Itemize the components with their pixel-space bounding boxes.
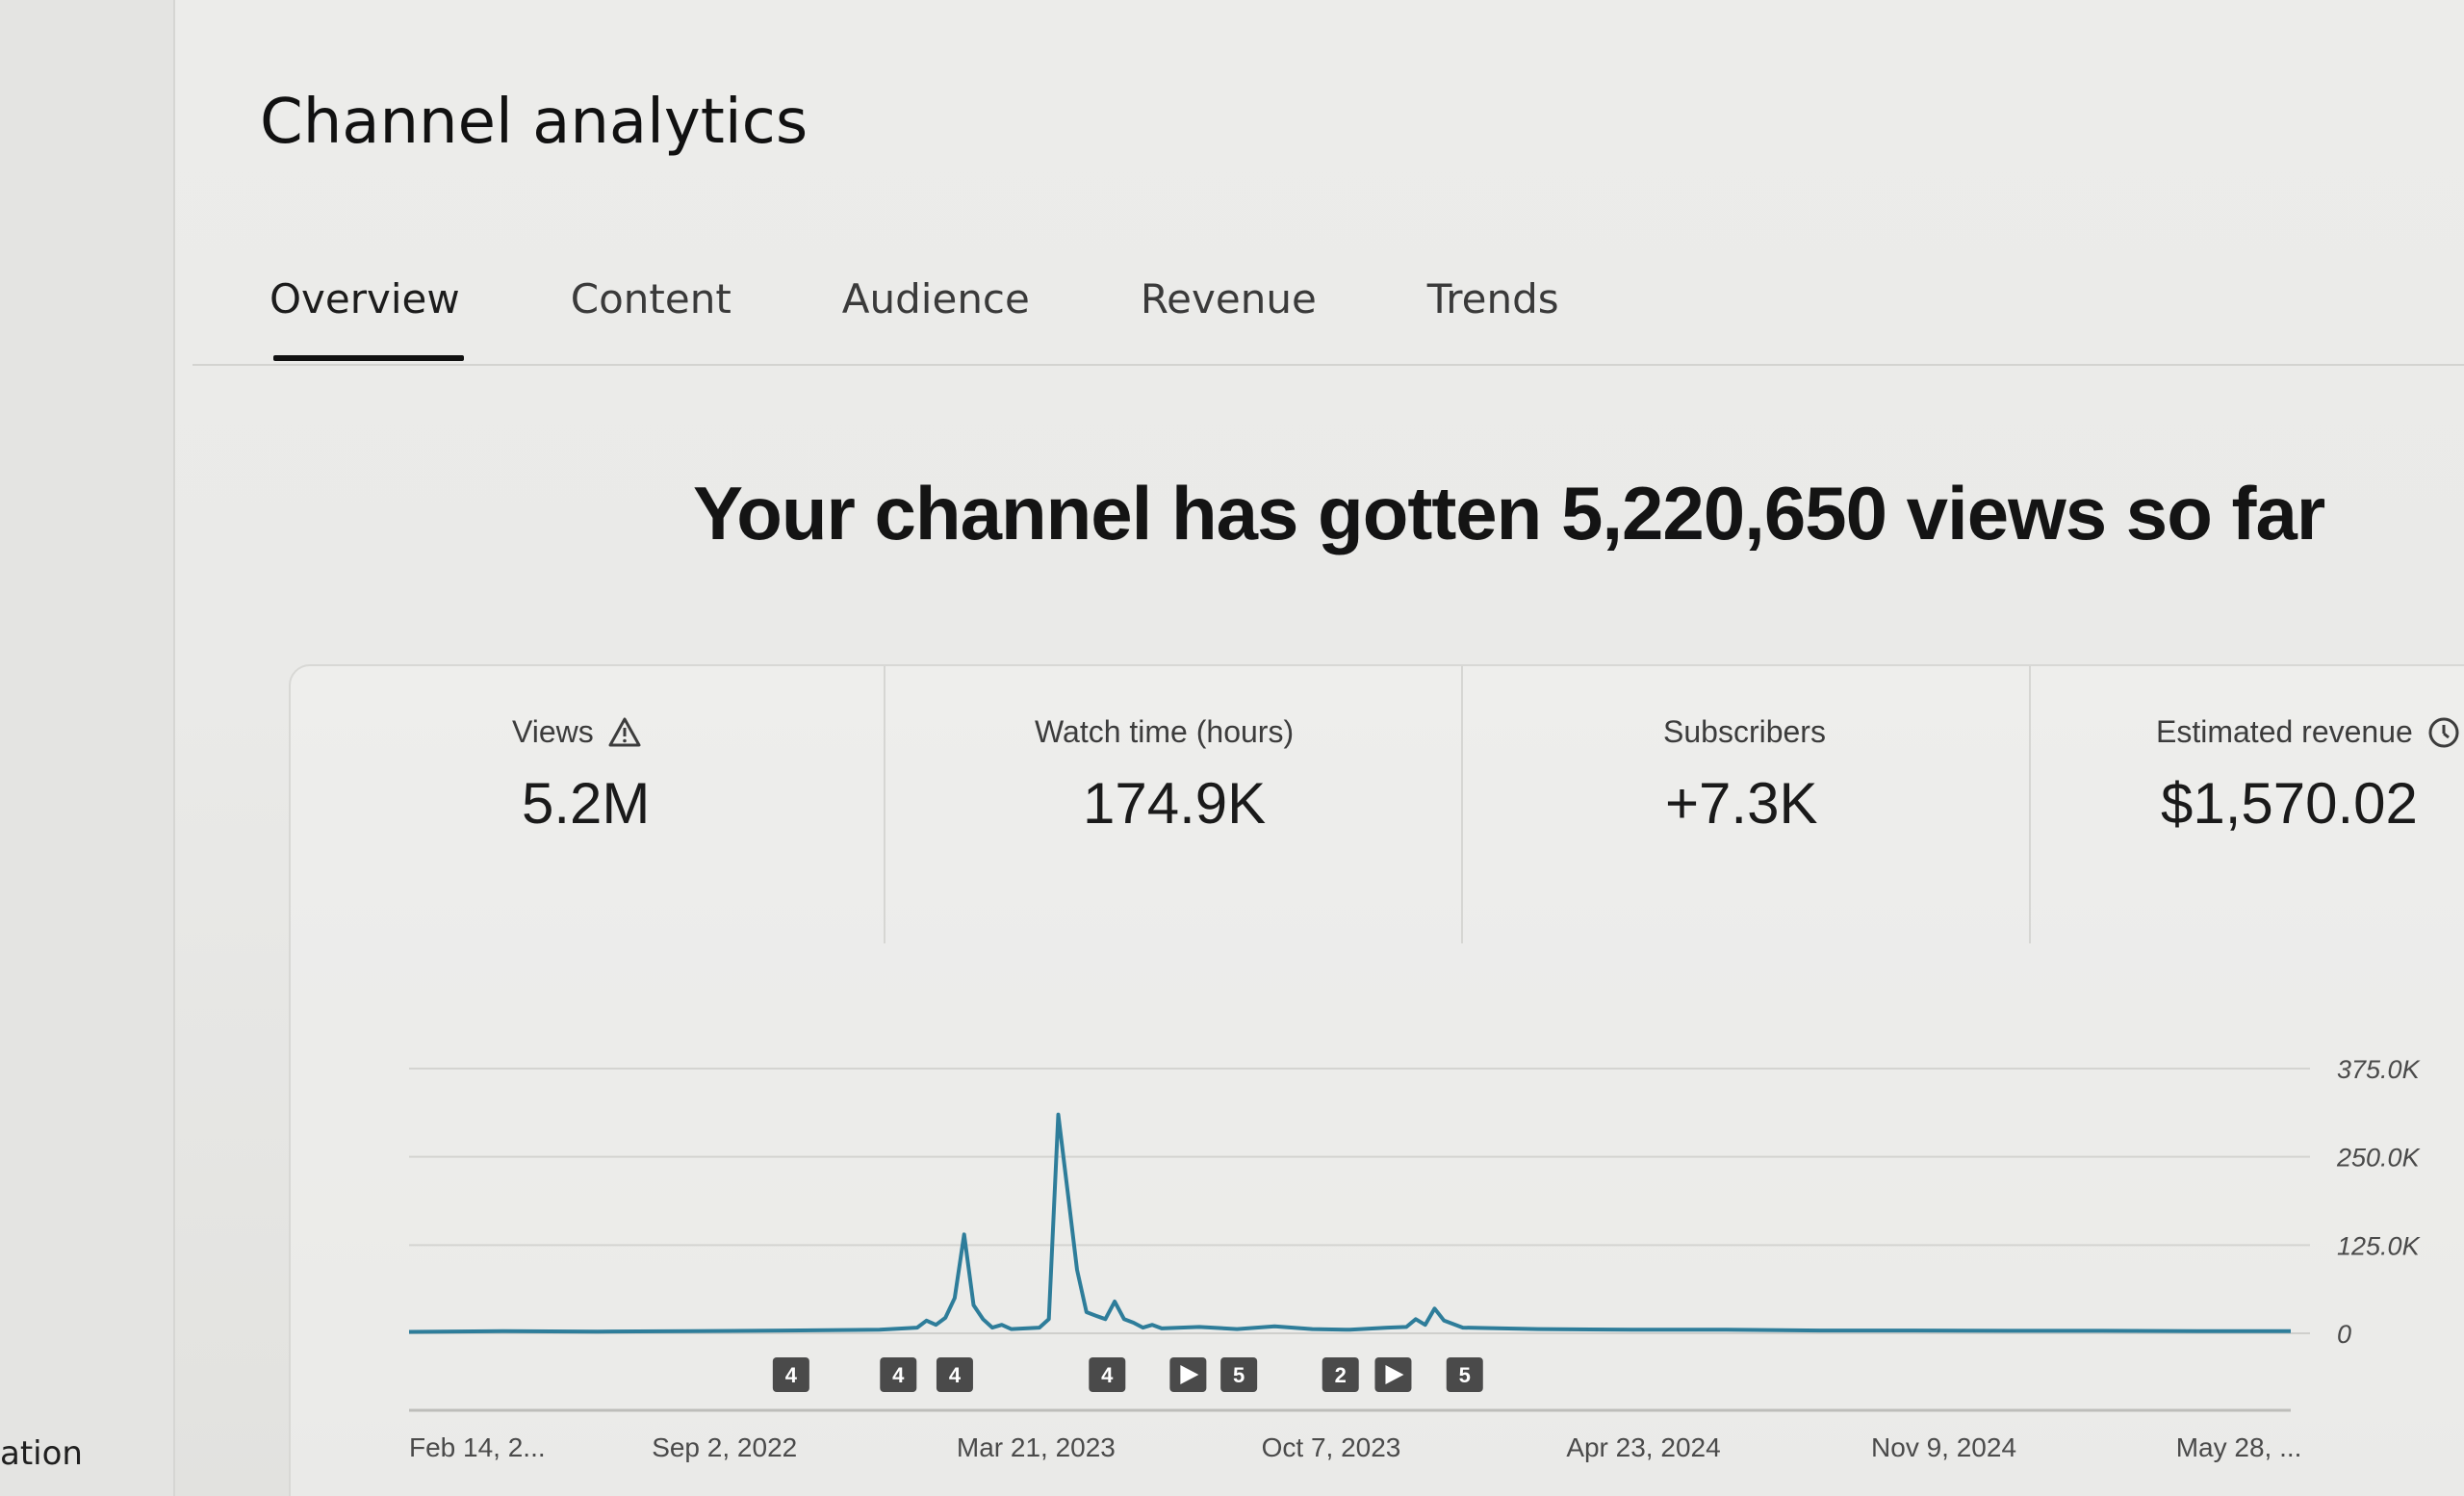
y-tick-label: 0 <box>2337 1320 2351 1349</box>
y-tick-label: 250.0K <box>2336 1144 2421 1173</box>
marker-count-label: 5 <box>1233 1363 1245 1387</box>
x-tick-label: Sep 2, 2022 <box>652 1432 797 1462</box>
marker-count-label: 2 <box>1335 1363 1347 1387</box>
marker-count-label: 4 <box>892 1363 905 1387</box>
tab-content[interactable]: Content <box>571 270 732 361</box>
x-tick-label: Apr 23, 2024 <box>1566 1432 1720 1462</box>
metric-label: Estimated revenue <box>2156 714 2413 749</box>
marker-count-label: 5 <box>1459 1363 1471 1387</box>
views-series-line[interactable] <box>408 1112 2291 1334</box>
tab-trends[interactable]: Trends <box>1427 270 1559 361</box>
metric-value: $1,570.02 <box>2161 771 2418 836</box>
tab-overview[interactable]: Overview <box>270 270 464 361</box>
total-views-headline: Your channel has gotten 5,220,650 views … <box>693 471 2325 555</box>
x-tick-label: Oct 7, 2023 <box>1262 1432 1401 1462</box>
x-tick-label: May 28, ... <box>2176 1432 2302 1462</box>
tab-divider <box>192 364 2464 366</box>
x-tick-label: Mar 21, 2023 <box>957 1432 1116 1462</box>
metric-watch-time[interactable]: Watch time (hours) 174.9K <box>886 666 1463 943</box>
sidebar-item-label[interactable]: ation <box>0 1434 83 1473</box>
left-sidebar: ation <box>0 0 175 1496</box>
tab-audience[interactable]: Audience <box>842 270 1030 361</box>
x-tick-label: Nov 9, 2024 <box>1871 1432 2016 1462</box>
views-chart-svg: 375.0K 250.0K 125.0K 0 4 4 4 4 5 2 5 Feb 14, 2... Se… <box>408 1055 2421 1462</box>
metric-label: Subscribers <box>1663 714 1826 749</box>
views-chart[interactable]: 375.0K 250.0K 125.0K 0 4 4 4 4 5 2 5 Feb 14, 2... Se… <box>366 1040 2464 1496</box>
y-tick-label: 125.0K <box>2337 1231 2421 1260</box>
metric-cards: Views 5.2M Watch time (hours) 174.9K Sub… <box>291 666 2464 943</box>
marker-count-label: 4 <box>785 1363 798 1387</box>
page-title: Channel analytics <box>260 87 808 158</box>
tab-revenue[interactable]: Revenue <box>1141 270 1317 361</box>
x-tick-label: Feb 14, 2... <box>409 1432 546 1462</box>
y-tick-label: 375.0K <box>2337 1055 2421 1084</box>
metric-views[interactable]: Views 5.2M <box>291 666 886 943</box>
marker-count-label: 4 <box>949 1363 962 1387</box>
metric-value: +7.3K <box>1665 771 1818 836</box>
tab-bar: Overview Content Audience Revenue Trends <box>270 270 1670 361</box>
warning-icon[interactable] <box>607 715 642 750</box>
metric-value: 5.2M <box>522 771 651 836</box>
metric-subscribers[interactable]: Subscribers +7.3K <box>1463 666 2031 943</box>
marker-count-label: 4 <box>1101 1363 1114 1387</box>
clock-icon[interactable] <box>2426 715 2461 750</box>
analytics-screen: ation Channel analytics Overview Content… <box>0 0 2464 1496</box>
metric-label: Views <box>512 714 594 749</box>
metric-value: 174.9K <box>1083 771 1267 836</box>
metric-estimated-revenue[interactable]: Estimated revenue $1,570.02 <box>2031 666 2464 943</box>
metric-label: Watch time (hours) <box>1035 714 1295 749</box>
